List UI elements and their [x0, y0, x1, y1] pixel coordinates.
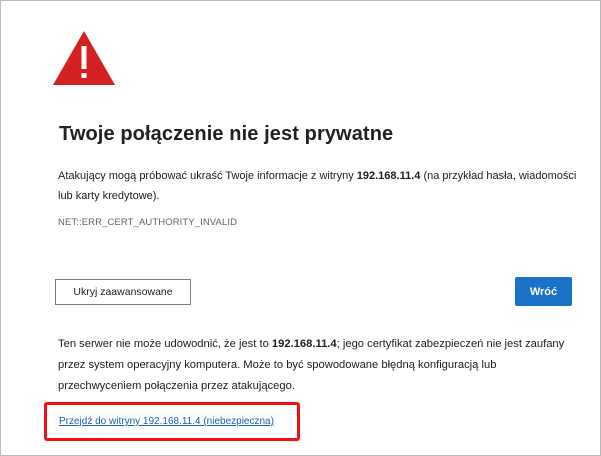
error-code: NET::ERR_CERT_AUTHORITY_INVALID [58, 217, 238, 228]
hide-advanced-button[interactable]: Ukryj zaawansowane [55, 279, 191, 305]
warning-description: Atakujący mogą próbować ukraść Twoje inf… [58, 166, 578, 206]
details-text-prefix: Ten serwer nie może udowodnić, że jest t… [58, 338, 272, 350]
back-button[interactable]: Wróć [515, 277, 572, 306]
advanced-details: Ten serwer nie może udowodnić, że jest t… [58, 334, 578, 397]
page-title: Twoje połączenie nie jest prywatne [59, 123, 394, 145]
description-host: 192.168.11.4 [356, 170, 421, 182]
interstitial-page: Twoje połączenie nie jest prywatne Ataku… [0, 0, 601, 456]
details-host: 192.168.11.4 [271, 338, 337, 350]
warning-triangle-icon [53, 31, 115, 85]
proceed-unsafe-link[interactable]: Przejdź do witryny 192.168.11.4 (niebezp… [59, 416, 274, 427]
description-text-prefix: Atakujący mogą próbować ukraść Twoje inf… [58, 170, 357, 182]
